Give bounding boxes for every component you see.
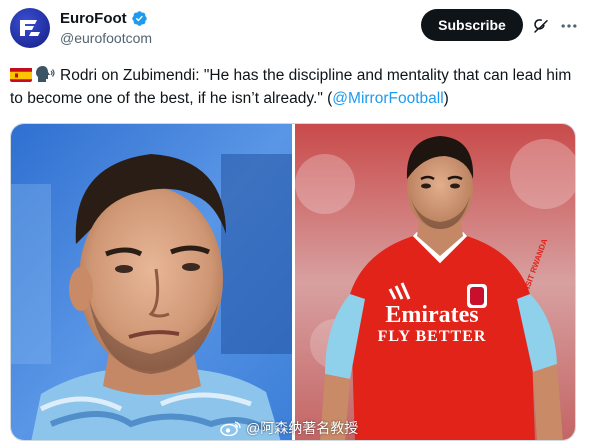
verified-badge-icon	[131, 11, 147, 26]
tweet-body: Rodri on Zubimendi: "He has the discipli…	[10, 67, 572, 107]
rodri-photo[interactable]	[11, 124, 292, 440]
spain-flag-icon	[10, 67, 32, 82]
mention-link[interactable]: @MirrorFootball	[332, 90, 443, 107]
tweet-text: Rodri on Zubimendi: "He has the discipli…	[10, 64, 584, 110]
handle[interactable]: @eurofootcom	[60, 28, 152, 48]
eurofoot-logo-icon	[20, 20, 40, 36]
display-name-text[interactable]: EuroFoot	[60, 9, 127, 28]
grok-icon[interactable]	[532, 17, 550, 35]
more-options-button[interactable]	[558, 15, 580, 37]
subscribe-button[interactable]: Subscribe	[421, 9, 523, 41]
media-grid[interactable]: Emirates FLY BETTER VISIT RWANDA	[10, 123, 576, 441]
weibo-logo-icon	[220, 421, 241, 436]
account-names: EuroFoot @eurofootcom	[60, 9, 152, 48]
more-icon	[561, 24, 577, 28]
display-name[interactable]: EuroFoot	[60, 9, 152, 28]
avatar[interactable]	[10, 8, 50, 48]
speaking-head-icon	[35, 65, 55, 83]
zubimendi-photo[interactable]: Emirates FLY BETTER VISIT RWANDA	[295, 124, 575, 440]
tweet-header: EuroFoot @eurofootcom Subscribe	[10, 8, 584, 50]
watermark-text: @阿森纳著名教授	[246, 420, 359, 436]
jersey-sponsor-line1: Emirates	[385, 302, 479, 328]
jersey-sponsor: Emirates FLY BETTER	[357, 302, 507, 346]
jersey-sponsor-line2: FLY BETTER	[377, 328, 487, 345]
watermark: @阿森纳著名教授	[220, 418, 358, 438]
tweet-body-end: )	[443, 90, 449, 107]
